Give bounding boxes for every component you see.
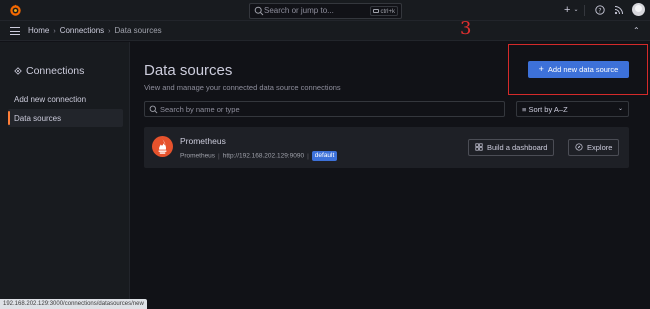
active-indicator [8, 111, 10, 125]
datasource-card[interactable]: Prometheus Prometheus | http://192.168.202… [144, 127, 629, 168]
top-navbar: Search or jump to... ctrl+k + ⌄ ? [0, 0, 650, 21]
annotation-highlight-box [508, 44, 648, 95]
sidebar-title: Connections [14, 65, 84, 77]
datasource-type: Prometheus [180, 152, 216, 160]
breadcrumb-bar: Home › Connections › Data sources ⌃ [0, 21, 650, 41]
datasource-url: http://192.168.202.129:9090 [222, 152, 305, 160]
shortcut-label: ctrl+k [380, 9, 395, 15]
user-avatar[interactable] [632, 3, 645, 16]
breadcrumb-home[interactable]: Home [28, 26, 49, 35]
default-badge: default [311, 151, 338, 161]
chevron-down-icon: ⌄ [573, 7, 579, 14]
new-menu-button[interactable]: + ⌄ [564, 3, 579, 17]
search-bar[interactable]: Search or jump to... ctrl+k [249, 3, 402, 19]
search-placeholder: Search by name or type [160, 105, 240, 114]
page-subtitle: View and manage your connected data sour… [144, 83, 341, 92]
search-icon [254, 6, 264, 16]
prometheus-icon [152, 136, 173, 157]
sort-select[interactable]: ≡ Sort by A–Z ⌄ [516, 101, 629, 117]
help-icon[interactable]: ? [595, 5, 605, 15]
section-sidebar: Connections Add new connection Data sour… [0, 42, 130, 309]
explore-button[interactable]: Explore [568, 139, 620, 156]
news-feed-icon[interactable] [614, 5, 624, 15]
sidebar-item-label[interactable]: Data sources [14, 114, 61, 123]
datasource-meta: Prometheus | http://192.168.202.129:9090 | d… [180, 151, 338, 161]
connections-icon [14, 67, 22, 75]
chevron-down-icon: ⌄ [617, 106, 623, 112]
status-url: 192.168.202.129:3000/connections/datasou… [0, 299, 147, 309]
search-icon [149, 105, 158, 114]
keyboard-icon [373, 9, 380, 14]
page-title: Data sources [144, 62, 233, 79]
menu-toggle-icon[interactable] [10, 27, 20, 35]
sidebar-item-add-new-connection[interactable]: Add new connection [14, 95, 86, 104]
plus-icon: + [564, 4, 571, 16]
chevron-up-icon[interactable]: ⌃ [633, 26, 640, 35]
svg-text:?: ? [598, 7, 601, 14]
breadcrumb-connections[interactable]: Connections [60, 26, 104, 35]
breadcrumb-separator-icon: › [108, 28, 111, 35]
grafana-logo-icon[interactable] [9, 4, 22, 17]
dashboard-grid-icon [475, 143, 483, 151]
breadcrumb-current: Data sources [114, 26, 162, 35]
build-dashboard-button[interactable]: Build a dashboard [468, 139, 555, 156]
compass-icon [575, 143, 583, 151]
datasource-search-input[interactable]: Search by name or type [144, 101, 505, 117]
breadcrumb-separator-icon: › [53, 28, 56, 35]
annotation-step-number: 3 [460, 18, 472, 39]
breadcrumb: Home › Connections › Data sources [28, 26, 162, 35]
divider [584, 5, 585, 16]
sort-label: ≡ Sort by A–Z [522, 105, 568, 114]
search-placeholder: Search or jump to... [264, 6, 334, 15]
datasource-name[interactable]: Prometheus [180, 136, 226, 146]
keyboard-shortcut: ctrl+k [370, 6, 398, 16]
